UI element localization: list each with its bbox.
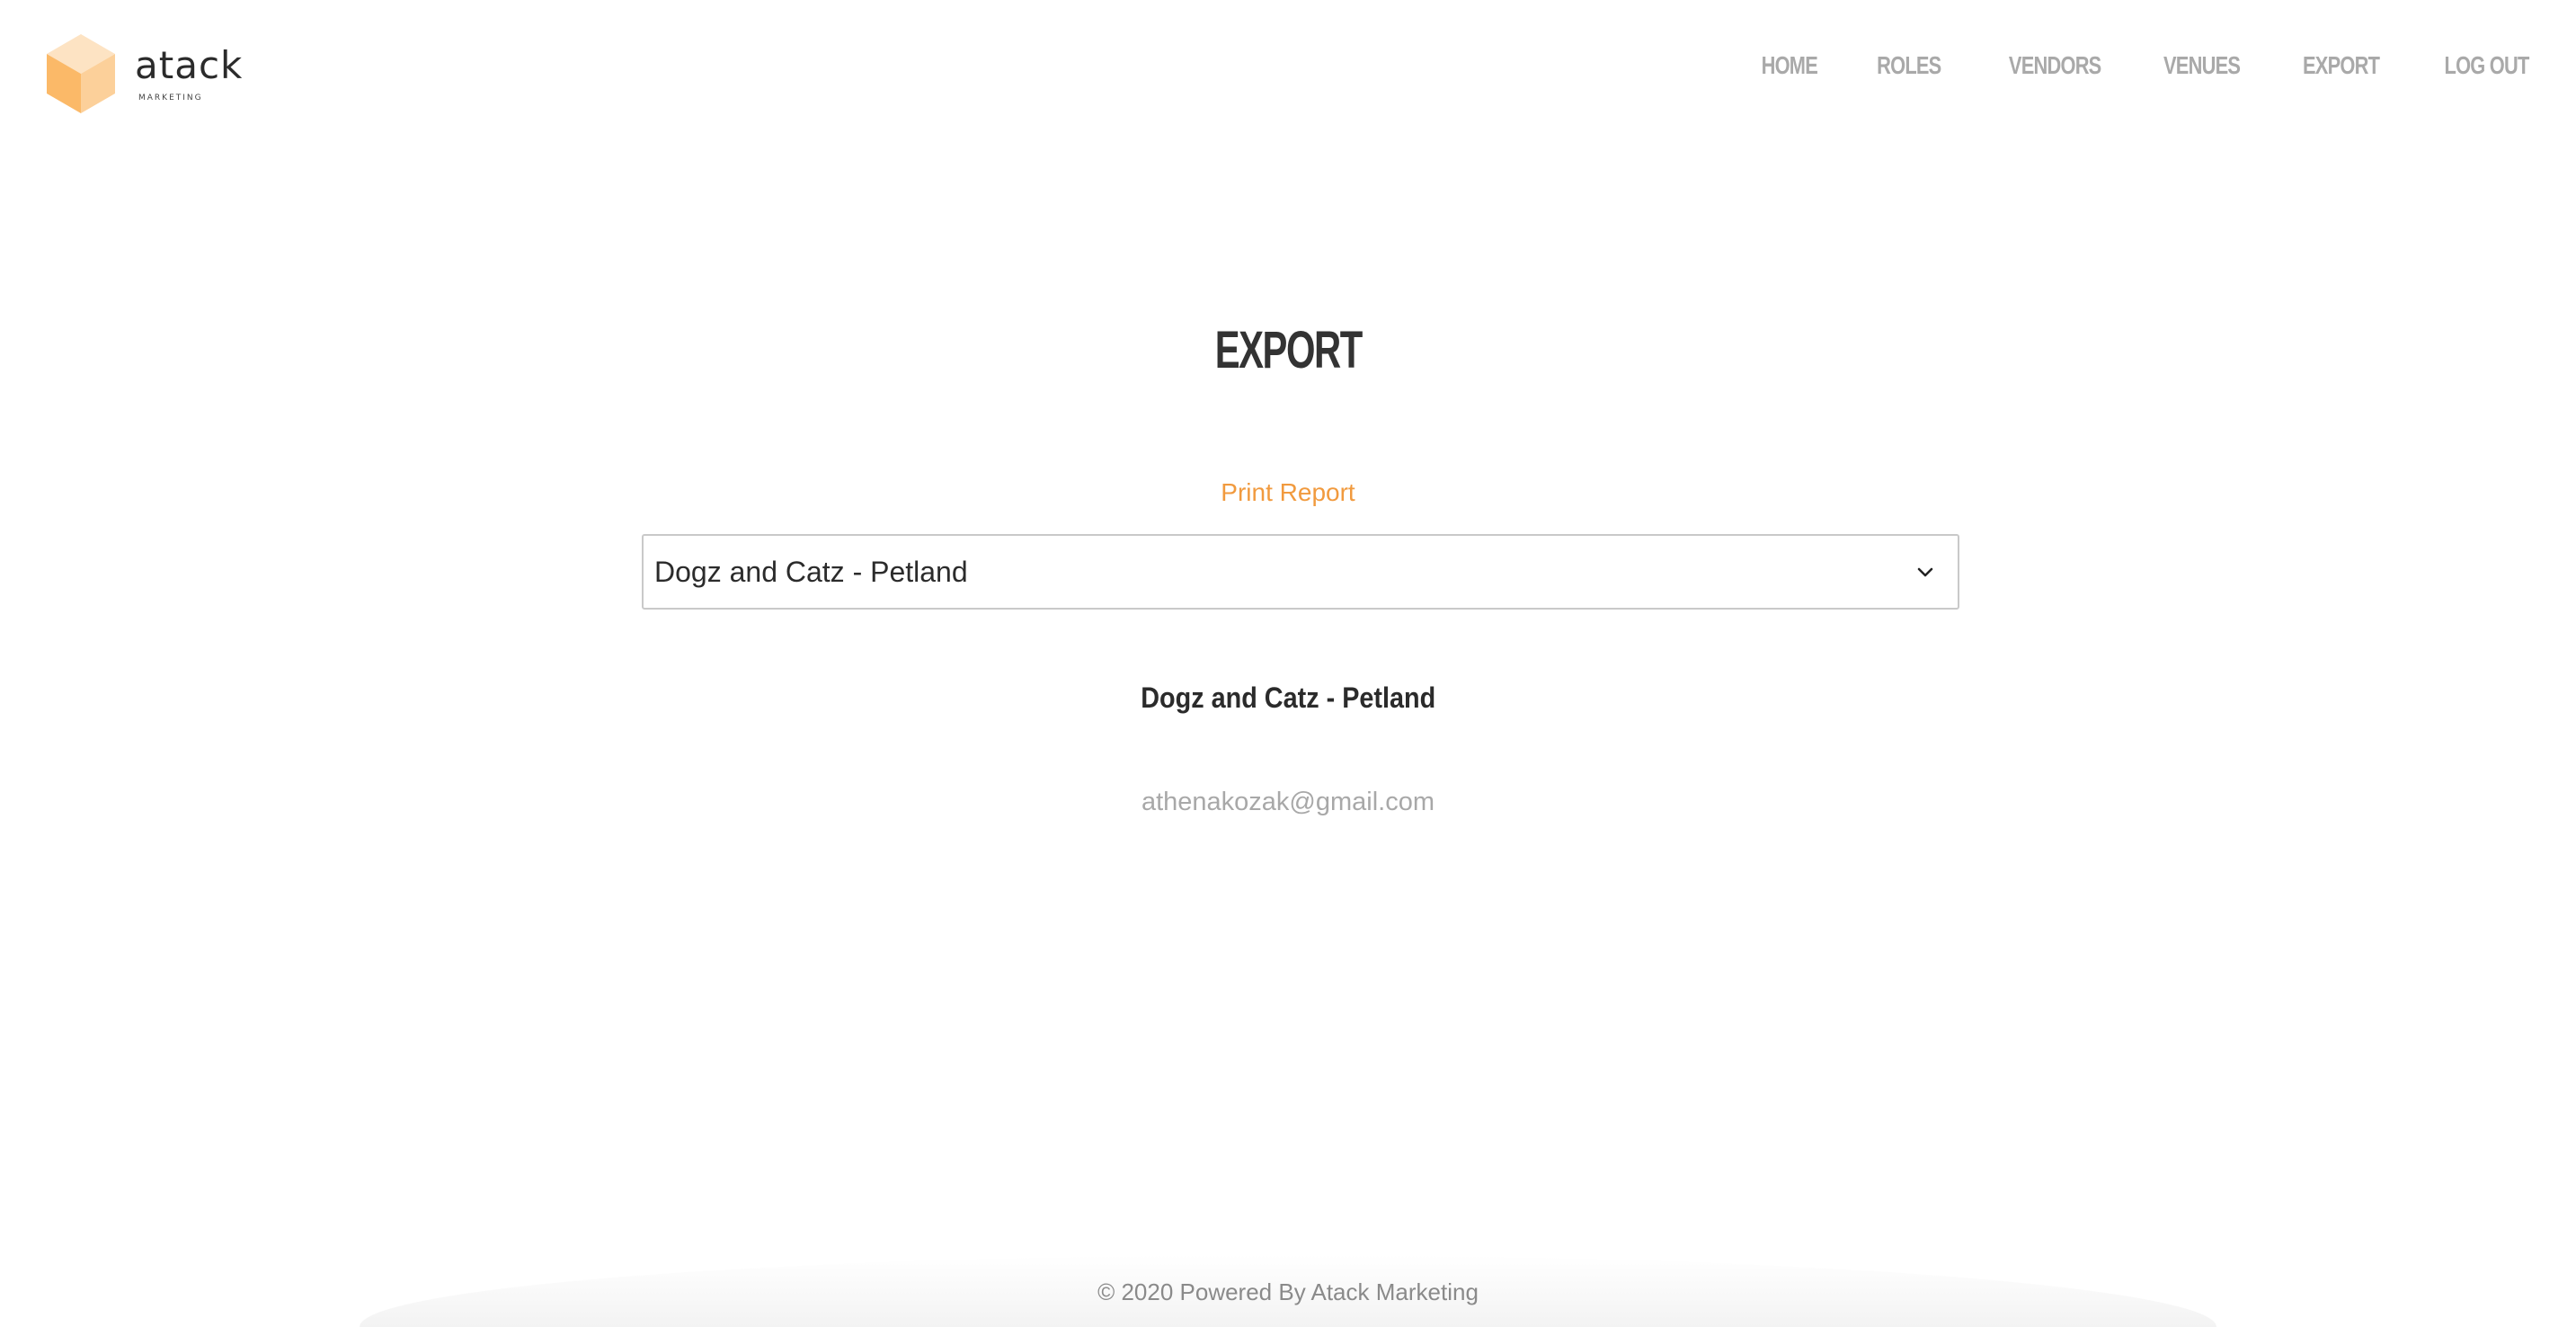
- nav-export[interactable]: EXPORT: [2303, 50, 2380, 81]
- record-email: athenakozak@gmail.com: [1141, 788, 1435, 816]
- main-nav: HOME ROLES VENDORS VENUES EXPORT LOG OUT: [1745, 50, 2530, 81]
- vendor-select-value: Dogz and Catz - Petland: [654, 555, 968, 588]
- logo-link[interactable]: atack MARKETING: [47, 34, 243, 113]
- nav-venues[interactable]: VENUES: [2163, 50, 2241, 81]
- nav-log-out[interactable]: LOG OUT: [2445, 50, 2530, 81]
- vendor-select[interactable]: Dogz and Catz - Petland: [642, 534, 1959, 610]
- chevron-down-icon: [1917, 567, 1933, 577]
- page: atack MARKETING HOME ROLES VENDORS VENUE…: [0, 0, 2576, 1327]
- print-report-link[interactable]: Print Report: [0, 478, 2576, 507]
- nav-vendors[interactable]: VENDORS: [2009, 50, 2101, 81]
- page-title: EXPORT: [0, 320, 2576, 380]
- cube-logo-icon: [47, 34, 115, 113]
- record-name: Dogz and Catz - Petland: [0, 681, 2576, 715]
- record-name-text: Dogz and Catz - Petland: [1140, 681, 1435, 714]
- page-title-text: EXPORT: [1214, 321, 1363, 379]
- logo-text: atack MARKETING: [135, 43, 244, 103]
- nav-roles[interactable]: ROLES: [1877, 50, 1941, 81]
- logo-wordmark: atack: [135, 43, 244, 87]
- nav-home[interactable]: HOME: [1762, 50, 1818, 81]
- footer-copyright: © 2020 Powered By Atack Marketing: [1097, 1278, 1479, 1305]
- logo-subtitle: MARKETING: [138, 94, 203, 102]
